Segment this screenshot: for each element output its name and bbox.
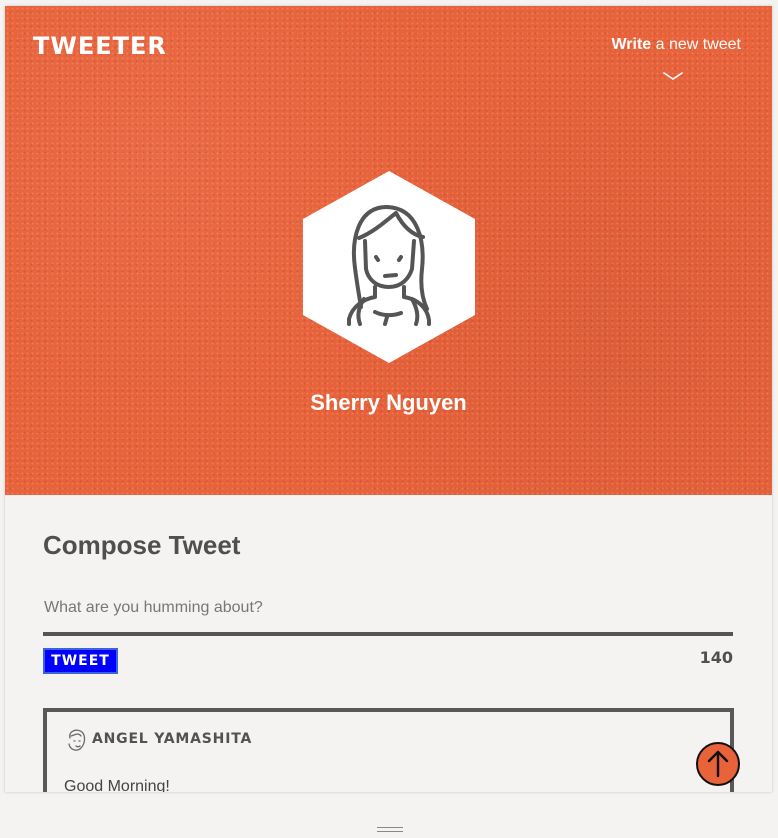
profile-name: Sherry Nguyen	[310, 390, 467, 415]
tweeter-app: TWEETER Write a new tweet Sherry Nguyen …	[5, 6, 772, 792]
woman-avatar-icon	[303, 171, 475, 363]
write-new-tweet-link[interactable]: Write a new tweet	[611, 36, 741, 54]
scroll-to-top-button[interactable]	[695, 741, 741, 787]
tweet-card: ANGEL YAMASHITA Good Morning!	[43, 708, 734, 792]
tweet-text: Good Morning!	[64, 778, 170, 792]
write-link-rest: a new tweet	[651, 36, 741, 53]
compose-title: Compose Tweet	[43, 530, 241, 560]
app-logo[interactable]: TWEETER	[33, 32, 167, 60]
resize-handle[interactable]	[377, 827, 403, 832]
tweet-button[interactable]: TWEET	[43, 648, 118, 674]
character-counter: 140	[699, 648, 733, 667]
arrow-up-icon	[696, 742, 740, 786]
tweet-input[interactable]	[43, 584, 733, 636]
profile-avatar-icon	[68, 729, 86, 751]
chevron-down-icon[interactable]	[662, 71, 684, 81]
profile-header: TWEETER Write a new tweet Sherry Nguyen	[5, 6, 772, 495]
write-link-bold: Write	[611, 36, 652, 53]
tweet-author-name[interactable]: ANGEL YAMASHITA	[92, 731, 252, 747]
